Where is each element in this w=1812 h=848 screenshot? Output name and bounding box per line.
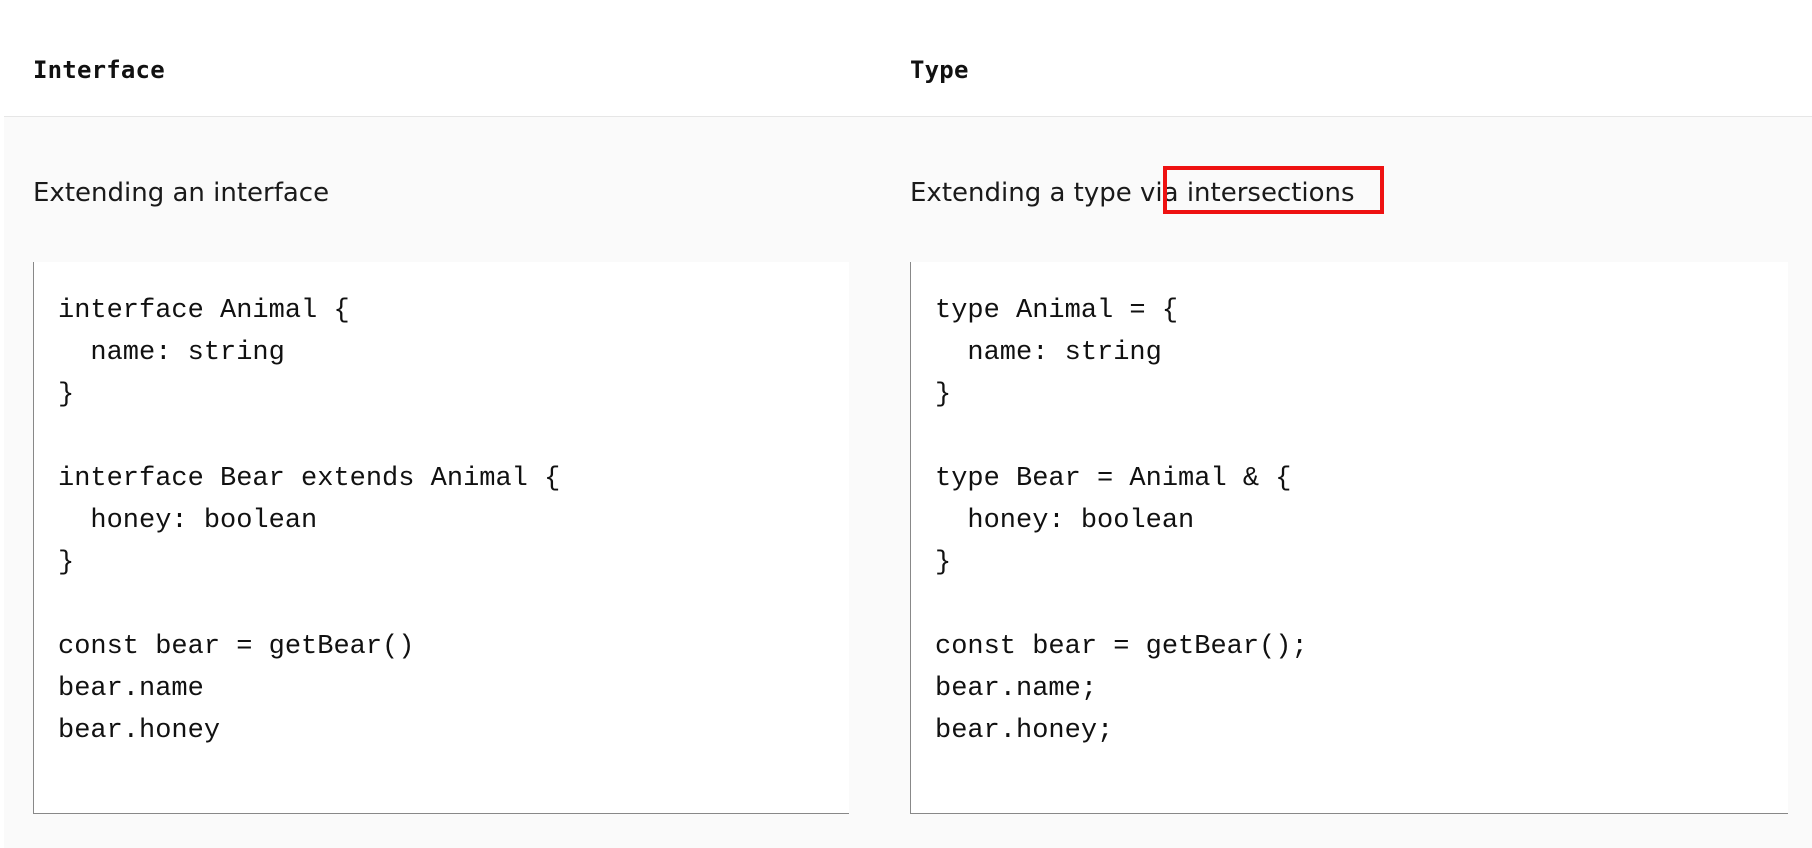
code-line: bear.name	[58, 674, 204, 704]
code-line: bear.name;	[935, 674, 1098, 704]
highlight-annotation-box	[1163, 166, 1384, 214]
code-line: name: string	[58, 338, 285, 368]
code-line: }	[935, 380, 952, 410]
code-line: interface Animal {	[58, 296, 350, 326]
code-line: honey: boolean	[58, 506, 318, 536]
code-line: }	[58, 380, 75, 410]
code-line: const bear = getBear();	[935, 632, 1308, 662]
code-line: type Bear = Animal & {	[935, 464, 1292, 494]
code-line: type Animal = {	[935, 296, 1179, 326]
type-description-prefix: Extending a type via	[910, 178, 1187, 208]
code-line: honey: boolean	[935, 506, 1195, 536]
code-line: }	[935, 548, 952, 578]
interface-description: Extending an interface	[33, 178, 330, 208]
type-code-block: type Animal = { name: string } type Bear…	[910, 262, 1788, 814]
code-line: name: string	[935, 338, 1162, 368]
interface-code-block: interface Animal { name: string } interf…	[33, 262, 849, 814]
code-line: const bear = getBear()	[58, 632, 415, 662]
column-header-type: Type	[910, 56, 969, 84]
table-header-row	[4, 0, 1812, 117]
code-line: }	[58, 548, 75, 578]
code-line: bear.honey	[58, 716, 221, 746]
code-line: interface Bear extends Animal {	[58, 464, 561, 494]
column-header-interface: Interface	[33, 56, 165, 84]
code-line: bear.honey;	[935, 716, 1114, 746]
